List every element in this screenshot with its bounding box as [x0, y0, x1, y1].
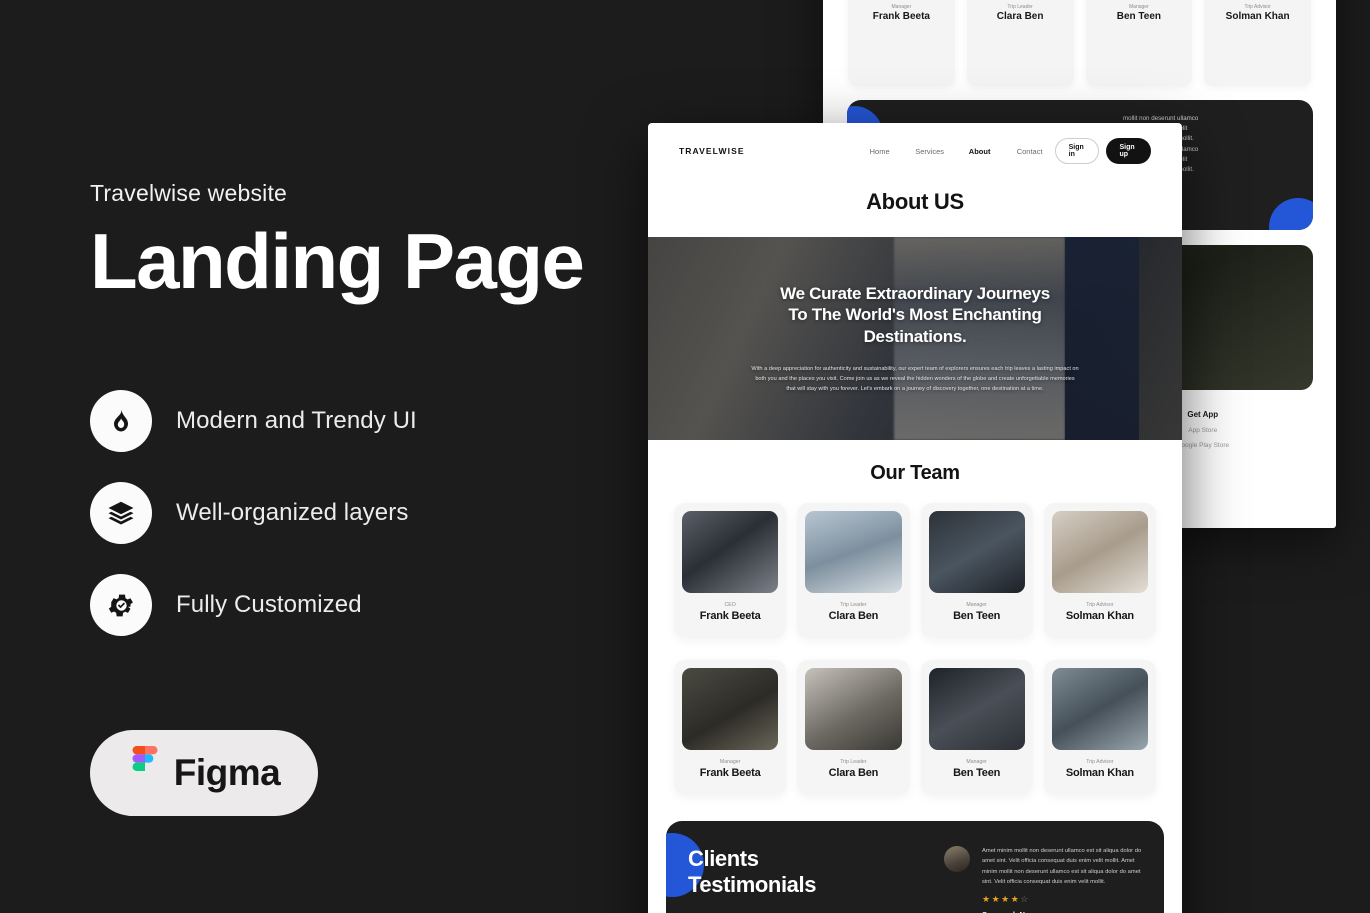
team-card[interactable]: Manager Frank Beeta — [674, 660, 787, 795]
team-name: Clara Ben — [828, 767, 879, 779]
navbar: TRAVELWISE Home Services About Contact S… — [648, 123, 1182, 179]
star-half: ★ — [1010, 894, 1021, 905]
star-rating: ★★★★☆ — [982, 894, 1142, 905]
testimonials-heading-line: Testimonials — [688, 871, 817, 897]
team-photo — [928, 668, 1025, 750]
testimonial-quote: Amet minim mollit non deserunt ullamco e… — [944, 846, 1142, 913]
team-name: Ben Teen — [953, 767, 1001, 779]
team-row: CEO Frank Beeta Trip Leader Clara Ben Ma… — [674, 503, 1156, 638]
nav-link-contact[interactable]: Contact — [1005, 147, 1055, 156]
testimonials-heading-line: Clients — [688, 846, 759, 871]
team-card[interactable]: Trip Advisor Solman Khan — [1043, 660, 1156, 795]
hero-section: We Curate Extraordinary Journeys To The … — [648, 237, 1182, 440]
sign-in-button[interactable]: Sign in — [1054, 138, 1099, 164]
hero-title-line: We Curate Extraordinary Journeys — [780, 283, 1050, 303]
team-role: Manager — [966, 602, 987, 608]
team-role: Trip Advisor — [1244, 4, 1271, 10]
promo-panel: Travelwise website Landing Page — [90, 180, 650, 303]
team-name: Ben Teen — [1116, 11, 1162, 22]
testimonials-heading: Clients Testimonials — [688, 846, 938, 913]
figma-badge: Figma — [90, 730, 318, 816]
landing-page-mockup: TRAVELWISE Home Services About Contact S… — [648, 123, 1182, 913]
hero-paragraph: With a deep appreciation for authenticit… — [751, 365, 1079, 392]
background-team-card: Trip Advisor Solman Khan — [1204, 0, 1311, 86]
team-role: CEO — [724, 602, 736, 608]
team-card[interactable]: Trip Leader Clara Ben — [797, 503, 910, 638]
feature-label: Fully Customized — [176, 591, 362, 618]
team-role: Trip Leader — [1007, 4, 1033, 10]
team-name: Solman Khan — [1225, 11, 1290, 22]
team-card[interactable]: CEO Frank Beeta — [674, 503, 787, 638]
hero-title-line: To The World's Most Enchanting — [788, 305, 1042, 325]
team-photo — [928, 511, 1025, 593]
team-role: Trip Leader — [840, 602, 867, 608]
team-role: Manager — [891, 4, 912, 10]
promo-title: Landing Page — [90, 217, 585, 305]
team-name: Clara Ben — [996, 11, 1044, 22]
feature-item-modern-ui: Modern and Trendy UI — [90, 375, 417, 467]
team-name: Frank Beeta — [699, 767, 761, 779]
team-role: Manager — [966, 759, 987, 765]
feature-label: Modern and Trendy UI — [176, 407, 417, 434]
background-team-card: Manager Ben Teen — [1085, 0, 1193, 86]
team-photo — [1051, 668, 1148, 750]
gear-check-icon — [90, 574, 152, 636]
hero-title-line: Destinations. — [863, 327, 967, 347]
team-row: Manager Frank Beeta Trip Leader Clara Be… — [674, 660, 1156, 795]
stars-full: ★★★ — [982, 894, 1011, 905]
team-name: Frank Beeta — [699, 610, 761, 622]
hero-title: We Curate Extraordinary Journeys To The … — [780, 283, 1050, 348]
team-photo — [682, 668, 779, 750]
nav-link-about[interactable]: About — [955, 147, 1005, 156]
layers-icon — [90, 482, 152, 544]
team-role: Trip Advisor — [1086, 602, 1114, 608]
team-role: Trip Advisor — [1086, 759, 1114, 765]
team-photo — [682, 511, 779, 593]
team-name: Clara Ben — [828, 610, 879, 622]
team-photo — [1051, 511, 1148, 593]
testimonial-body: Amet minim mollit non deserunt ullamco e… — [982, 846, 1142, 913]
team-role: Trip Leader — [840, 759, 867, 765]
testimonial-text: Amet minim mollit non deserunt ullamco e… — [982, 848, 1142, 885]
testimonials-section: Clients Testimonials Amet minim mollit n… — [666, 821, 1164, 913]
sign-up-button[interactable]: Sign up — [1105, 138, 1151, 164]
avatar — [944, 846, 970, 872]
team-role: Manager — [719, 759, 741, 765]
promo-eyebrow: Travelwise website — [90, 180, 288, 206]
figma-label: Figma — [173, 752, 281, 793]
team-section-title: Our Team — [870, 462, 960, 484]
flame-icon — [90, 390, 152, 452]
nav-actions: Sign in Sign up — [1054, 138, 1151, 164]
testimonials-content: Clients Testimonials Amet minim mollit n… — [666, 821, 1164, 913]
nav-links: Home Services About Contact — [855, 147, 1055, 156]
team-photo — [805, 668, 902, 750]
blue-circle-accent — [1269, 198, 1313, 230]
figma-logo-icon — [128, 745, 162, 801]
team-grid: CEO Frank Beeta Trip Leader Clara Ben Ma… — [648, 503, 1182, 795]
nav-link-home[interactable]: Home — [855, 147, 905, 156]
feature-list: Modern and Trendy UI Well-organized laye… — [90, 375, 417, 651]
star-empty: ☆ — [1020, 894, 1030, 905]
team-card[interactable]: Manager Ben Teen — [920, 660, 1033, 795]
team-card[interactable]: Trip Leader Clara Ben — [797, 660, 910, 795]
feature-item-customized: Fully Customized — [90, 559, 417, 651]
brand-logo[interactable]: TRAVELWISE — [679, 146, 745, 156]
background-team-strip: Manager Frank Beeta Trip Leader Clara Be… — [823, 0, 1336, 86]
nav-link-services[interactable]: Services — [905, 147, 955, 156]
background-team-card: Manager Frank Beeta — [848, 0, 955, 86]
team-name: Frank Beeta — [872, 11, 930, 22]
team-name: Solman Khan — [1065, 610, 1134, 622]
team-role: Manager — [1129, 4, 1149, 10]
team-name: Solman Khan — [1065, 767, 1134, 779]
page-title: About US — [866, 189, 964, 214]
background-team-card: Trip Leader Clara Ben — [966, 0, 1074, 86]
team-card[interactable]: Trip Advisor Solman Khan — [1043, 503, 1156, 638]
hero-content: We Curate Extraordinary Journeys To The … — [648, 237, 1182, 440]
mockup-stage: Manager Frank Beeta Trip Leader Clara Be… — [648, 0, 1370, 913]
team-name: Ben Teen — [953, 610, 1001, 622]
team-card[interactable]: Manager Ben Teen — [920, 503, 1033, 638]
team-photo — [805, 511, 902, 593]
feature-item-layers: Well-organized layers — [90, 467, 417, 559]
feature-label: Well-organized layers — [176, 499, 409, 526]
